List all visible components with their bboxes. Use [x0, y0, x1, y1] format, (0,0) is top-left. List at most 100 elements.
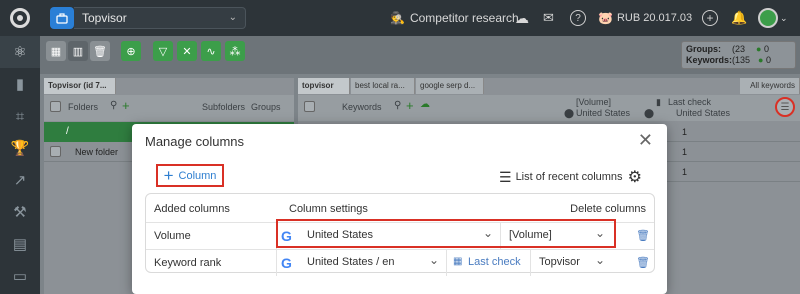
chevron-down-icon: ⌄ [780, 12, 788, 23]
table-cell: 1 [682, 167, 688, 177]
balance-widget[interactable]: 🐷 RUB 20.017.03 [598, 0, 692, 36]
column-volume-region: United States [576, 108, 631, 118]
table-cell: 1 [682, 127, 688, 137]
groups-label: Groups: [686, 44, 721, 54]
trash-icon[interactable]: 🗑 [636, 229, 650, 242]
avatar[interactable]: ⌄ [758, 0, 788, 36]
chevron-down-icon: ⌄ [429, 253, 440, 267]
keywords-value: (135 [732, 55, 751, 65]
chevron-down-icon: ⌄ [595, 253, 606, 267]
spy-icon: 🕵 [390, 11, 405, 25]
parameter-value: Topvisor [539, 256, 580, 268]
column-lastcheck-region: United States [676, 108, 731, 118]
column-lastcheck-title: Last check [668, 97, 712, 107]
briefcase-icon[interactable] [50, 7, 74, 29]
hammer-icon[interactable]: ⚒ [0, 196, 40, 228]
keywords-active: 0 [766, 55, 772, 65]
tab-keywords-group[interactable]: best local ra... [351, 78, 415, 94]
folders-header: Folders ⚲ + Subfolders Groups [44, 95, 294, 121]
folder-checkbox[interactable] [50, 146, 61, 157]
tab-keywords-group[interactable]: topvisor [298, 78, 350, 94]
bar-chart-icon[interactable]: ▮ [0, 68, 40, 100]
help-icon[interactable]: ? [570, 0, 586, 36]
stats-box: Groups: (23 ● 0 Keywords: (135 ● 0 [681, 41, 796, 69]
header-added-columns: Added columns [154, 203, 230, 215]
trash-icon[interactable]: 🗑 [636, 256, 650, 269]
expand-icon[interactable]: ✕ [177, 41, 197, 61]
grid-view-icon[interactable]: ▦ [46, 41, 66, 61]
project-name: Topvisor [82, 11, 127, 25]
date-value: Last check [468, 256, 521, 268]
add-keyword-icon[interactable]: + [406, 98, 414, 113]
gear-icon[interactable]: ⚙ [628, 167, 642, 187]
groups-active-dot: ● [756, 44, 762, 54]
group-icon[interactable]: ⁂ [225, 41, 245, 61]
scan-icon[interactable]: ⌗ [0, 100, 40, 132]
parameter-select[interactable]: Topvisor ⌄ [530, 250, 612, 276]
table-cell: 1 [682, 147, 688, 157]
tab-project[interactable]: Topvisor (id 7... [44, 78, 116, 94]
select-all-checkbox[interactable] [304, 101, 315, 112]
search-icon[interactable]: ⚲ [110, 100, 117, 111]
list-icon: ☰ [499, 168, 512, 185]
cloud-upload-icon[interactable]: ☁ [515, 0, 529, 36]
groups-label: Groups [251, 102, 281, 112]
folder-name: New folder [75, 147, 119, 157]
inbox-icon[interactable]: ▭ [0, 260, 40, 292]
column-volume-title: [Volume] [576, 97, 612, 107]
balance-value: RUB 20.017.03 [616, 12, 693, 24]
search-icon[interactable]: ⚲ [394, 100, 401, 111]
terminal-icon[interactable]: ▤ [0, 228, 40, 260]
recent-columns-link[interactable]: ☰ List of recent columns ⚙ [499, 167, 642, 187]
split-view-icon[interactable]: ▥ [68, 41, 88, 61]
tab-keywords-group[interactable]: google serp d... [416, 78, 484, 94]
logo-icon[interactable] [0, 0, 40, 36]
google-icon: G [281, 255, 292, 271]
project-select[interactable]: Topvisor ⌄ [74, 7, 246, 29]
atom-icon[interactable]: ⚛ [0, 36, 40, 68]
groups-active: 0 [764, 44, 770, 54]
add-column-label: Column [178, 169, 217, 182]
search-engine-select[interactable]: G United States / en ⌄ [276, 250, 446, 276]
keywords-header: Keywords ⚲ + ☁ [Volume] ⬤ United States … [298, 95, 800, 121]
add-icon[interactable]: ⊕ [121, 41, 141, 61]
date-select[interactable]: ▦ Last check [446, 250, 530, 276]
column-menu-button[interactable]: ☰ [775, 97, 795, 117]
root-folder-label: / [66, 126, 69, 137]
bell-icon[interactable]: 🔔 [731, 0, 747, 36]
keywords-label: Keywords: [686, 55, 733, 65]
mail-icon[interactable]: ✉ [543, 0, 554, 36]
close-icon[interactable]: ✕ [638, 130, 653, 151]
table-row: Keyword rank G United States / en ⌄ ▦ La… [146, 249, 654, 276]
google-icon: ⬤ [644, 108, 655, 118]
bar-chart-icon: ▮ [656, 97, 661, 107]
column-name: Volume [154, 230, 191, 242]
select-all-checkbox[interactable] [50, 101, 61, 112]
add-column-button[interactable]: + Column [156, 164, 224, 187]
piggy-bank-icon: 🐷 [598, 11, 613, 25]
manage-columns-modal: Manage columns ✕ + Column ☰ List of rece… [132, 124, 667, 294]
competitor-research-label: Competitor research [409, 11, 519, 25]
highlight-box [276, 219, 616, 248]
subfolders-label: Subfolders [202, 102, 246, 112]
region-value: United States / en [307, 256, 395, 268]
modal-title: Manage columns [145, 134, 244, 149]
chart-icon[interactable]: ∿ [201, 41, 221, 61]
trend-icon[interactable]: ↗ [0, 164, 40, 196]
header-column-settings: Column settings [289, 203, 368, 215]
trash-icon[interactable]: 🗑 [90, 41, 110, 61]
header-delete-columns: Delete columns [570, 203, 646, 215]
folders-label: Folders [68, 102, 99, 112]
trophy-icon[interactable]: 🏆 [0, 132, 40, 164]
calendar-icon: ▦ [453, 256, 463, 267]
cloud-icon[interactable]: ☁ [420, 99, 430, 110]
add-circle-icon[interactable]: + [702, 0, 718, 36]
groups-value: (23 [732, 44, 746, 54]
keywords-active-dot: ● [758, 55, 764, 65]
filter-icon[interactable]: ▽ [153, 41, 173, 61]
tab-all-keywords[interactable]: All keywords [740, 78, 800, 94]
add-folder-icon[interactable]: + [122, 98, 130, 113]
keywords-label: Keywords [342, 102, 382, 112]
competitor-research-link[interactable]: 🕵 Competitor research [390, 0, 519, 36]
sidebar: ⚛ ▮ ⌗ 🏆 ↗ ⚒ ▤ ▭ [0, 36, 40, 294]
